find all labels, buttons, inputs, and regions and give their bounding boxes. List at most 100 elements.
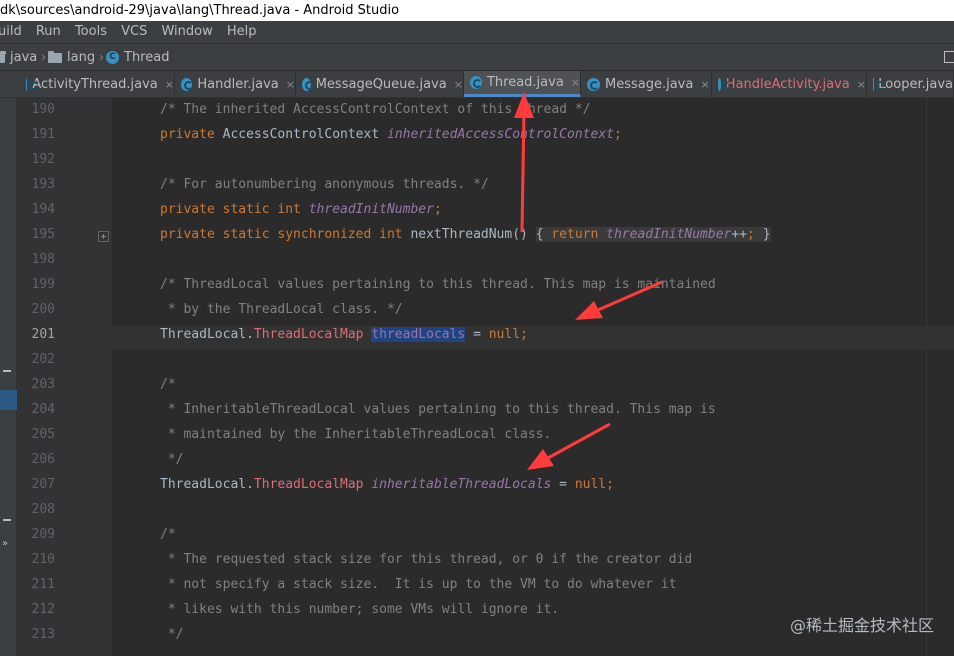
line-number: 201: [31, 327, 55, 342]
menu-build[interactable]: uild: [0, 21, 22, 43]
line-number: 204: [31, 402, 55, 417]
code-line[interactable]: /* ThreadLocal values pertaining to this…: [160, 277, 716, 292]
restore-icon[interactable]: [944, 51, 954, 63]
minimize-icon[interactable]: [3, 370, 11, 372]
code-line[interactable]: * not specify a stack size. It is up to …: [160, 577, 677, 592]
chevron-right-icon: ›: [99, 50, 104, 64]
code-token: /* The inherited AccessControlContext of…: [160, 102, 591, 117]
code-token: null;: [574, 477, 614, 492]
close-icon[interactable]: ×: [571, 76, 580, 89]
breadcrumb-label: Thread: [124, 50, 170, 65]
code-token: threadLocals: [371, 327, 466, 342]
line-number: 212: [31, 602, 55, 617]
class-icon: [302, 77, 314, 91]
code-line[interactable]: ThreadLocal.ThreadLocalMap inheritableTh…: [160, 477, 614, 492]
code-token: ;: [747, 227, 763, 242]
menu-vcs[interactable]: VCS: [121, 21, 147, 43]
tab-label: HandleActivity.java: [725, 76, 850, 92]
class-icon: [181, 77, 194, 91]
line-number: 208: [31, 502, 55, 517]
class-icon: [26, 77, 42, 91]
breadcrumb-label: java: [10, 50, 38, 65]
code-token: ;: [433, 202, 442, 217]
code-line[interactable]: * The requested stack size for this thre…: [160, 552, 692, 567]
tab-message[interactable]: Message.java ×: [581, 71, 712, 97]
tab-label: MessageQueue.java: [315, 76, 447, 92]
code-line[interactable]: /*: [160, 527, 176, 542]
close-icon[interactable]: ×: [286, 78, 295, 91]
code-token: nextThreadNum(): [410, 227, 536, 242]
line-number: 200: [31, 302, 55, 317]
breadcrumb-java[interactable]: java ›: [0, 44, 52, 71]
code-line[interactable]: * maintained by the InheritableThreadLoc…: [160, 427, 552, 442]
line-number: 213: [31, 627, 55, 642]
line-number: 193: [31, 177, 55, 192]
menu-window[interactable]: Window: [161, 21, 212, 43]
code-line[interactable]: * by the ThreadLocal class. */: [160, 302, 403, 317]
code-line[interactable]: */: [160, 452, 184, 467]
code-token: ThreadLocalMap: [253, 477, 372, 492]
code-line[interactable]: /* The inherited AccessControlContext of…: [160, 102, 590, 117]
code-line[interactable]: * likes with this number; some VMs will …: [160, 602, 559, 617]
code-line[interactable]: * InheritableThreadLocal values pertaini…: [160, 402, 716, 417]
more-icon[interactable]: »: [2, 538, 8, 549]
code-line[interactable]: */: [160, 627, 184, 642]
window-title: dk\sources\android-29\java\lang\Thread.j…: [0, 0, 954, 21]
code-token: private static synchronized int: [160, 227, 411, 242]
right-margin-guide: [926, 98, 927, 656]
code-token: =: [551, 477, 575, 492]
code-token: */: [160, 452, 184, 467]
tab-looper[interactable]: Looper.java: [867, 71, 954, 97]
code-token: ThreadLocal.: [160, 477, 254, 492]
code-line[interactable]: private static synchronized int nextThre…: [160, 227, 771, 242]
breadcrumb-lang[interactable]: lang ›: [48, 44, 110, 71]
class-icon: [470, 76, 482, 89]
close-icon[interactable]: ×: [454, 78, 463, 91]
code-token: */: [160, 627, 184, 642]
close-icon[interactable]: ×: [857, 78, 866, 91]
line-number: 192: [31, 152, 55, 167]
folder-icon: [0, 50, 6, 63]
line-number: 207: [31, 477, 55, 492]
line-number-gutter: 190 191 192 193 194 195 198 199 200 201 202 203 204 2…: [17, 98, 112, 656]
code-token: ;: [613, 127, 622, 142]
code-line[interactable]: ThreadLocal.ThreadLocalMap threadLocals …: [160, 327, 528, 342]
code-token: * not specify a stack size. It is up to …: [160, 577, 677, 592]
code-token: inheritableThreadLocals: [371, 477, 552, 492]
tool-window-selection[interactable]: [0, 390, 17, 410]
code-token: return: [551, 227, 607, 242]
line-number: 210: [31, 552, 55, 567]
close-icon[interactable]: ×: [165, 78, 174, 91]
code-token: /*: [160, 377, 176, 392]
line-number: 191: [31, 127, 55, 142]
menu-help[interactable]: Help: [227, 21, 257, 43]
minimize-icon[interactable]: [3, 519, 11, 521]
line-number: 205: [31, 427, 55, 442]
breadcrumb-thread[interactable]: C Thread: [106, 44, 169, 71]
code-line[interactable]: private static int threadInitNumber;: [160, 202, 442, 217]
code-line[interactable]: /*: [160, 377, 176, 392]
watermark: @稀土掘金技术社区: [789, 616, 934, 635]
code-token: * InheritableThreadLocal values pertaini…: [160, 402, 716, 417]
code-token: AccessControlContext: [222, 127, 387, 142]
tab-thread[interactable]: Thread.java ×: [464, 71, 581, 97]
chevron-right-icon: ›: [41, 50, 47, 64]
menu-tools[interactable]: Tools: [75, 21, 107, 43]
tab-messagequeue[interactable]: MessageQueue.java ×: [296, 71, 464, 97]
close-icon[interactable]: ×: [700, 78, 709, 91]
tab-handler[interactable]: Handler.java ×: [175, 71, 296, 97]
code-token: private: [160, 127, 223, 142]
tab-activitythread[interactable]: ActivityThread.java ×: [20, 71, 175, 97]
line-number: 195: [31, 227, 55, 242]
line-number: 198: [31, 252, 55, 267]
tab-handleactivity[interactable]: HandleActivity.java ×: [712, 71, 867, 97]
menu-run[interactable]: Run: [36, 21, 61, 43]
code-line[interactable]: private AccessControlContext inheritedAc…: [160, 127, 622, 142]
code-token: private static int: [160, 202, 309, 217]
code-line[interactable]: /* For autonumbering anonymous threads. …: [160, 177, 489, 192]
breadcrumb-label: lang: [67, 50, 96, 65]
code-token: threadInitNumber: [308, 202, 434, 217]
code-token: {: [535, 227, 552, 242]
expand-fold-icon[interactable]: [98, 231, 109, 242]
code-editor[interactable]: /* The inherited AccessControlContext of…: [112, 98, 954, 656]
